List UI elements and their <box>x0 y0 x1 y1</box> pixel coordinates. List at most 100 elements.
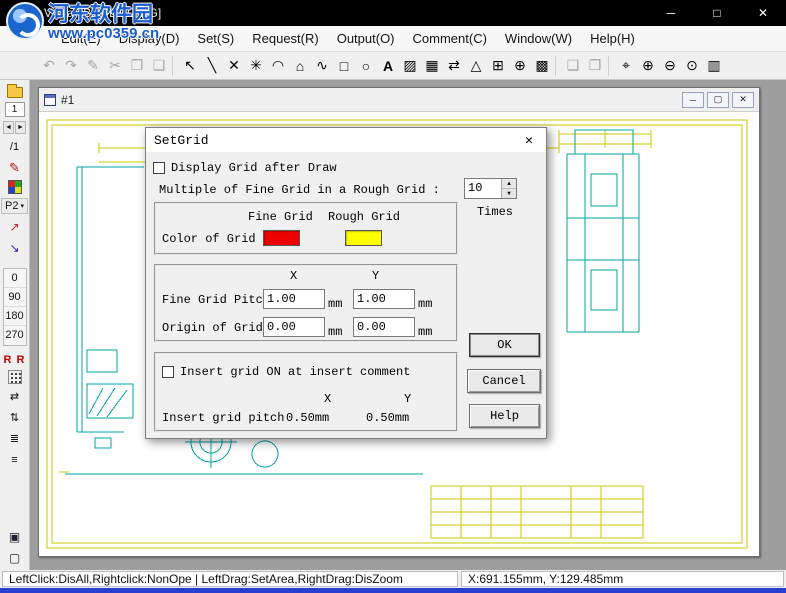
window-controls: ─ □ ✕ <box>648 0 786 26</box>
cascade-window-icon[interactable]: ❒ <box>584 55 606 77</box>
undo-icon[interactable]: ↶ <box>38 55 60 77</box>
help-button[interactable]: Help <box>469 404 540 428</box>
application-window: Visual [BigDEMO.HG] ─ □ ✕ 河东软件园 www.pc03… <box>0 0 786 593</box>
insert-pitch-x-value: 0.50mm <box>286 411 330 425</box>
vertical-arrows-icon[interactable]: ⇅ <box>3 409 27 426</box>
menu-display[interactable]: Display(D) <box>110 26 189 51</box>
zoom-fit-icon[interactable]: ⊙ <box>681 55 703 77</box>
insert-grid-checkbox[interactable] <box>162 366 174 378</box>
color-group: Fine Grid Rough Grid Color of Grid <box>154 202 458 255</box>
text-icon[interactable]: A <box>377 55 399 77</box>
list-lines-icon[interactable]: ≣ <box>3 430 27 447</box>
dialog-titlebar[interactable]: SetGrid ✕ <box>146 128 546 152</box>
next-page-icon[interactable]: ► <box>15 121 26 134</box>
ellipse-icon[interactable]: ○ <box>355 55 377 77</box>
toolbar-separator <box>172 55 177 76</box>
open-folder-icon[interactable] <box>6 84 23 98</box>
maximize-button[interactable]: □ <box>694 0 740 26</box>
menu-request[interactable]: Request(R) <box>243 26 327 51</box>
child-minimize-button[interactable]: ─ <box>682 91 704 108</box>
line-icon[interactable]: ╲ <box>201 55 223 77</box>
rectangle-icon[interactable]: □ <box>333 55 355 77</box>
angle-180[interactable]: 180 <box>3 307 26 326</box>
y-header: Y <box>372 269 380 283</box>
fine-pitch-label: Fine Grid Pitch <box>162 293 271 307</box>
dimension-icon[interactable]: ⇄ <box>443 55 465 77</box>
prev-page-icon[interactable]: ◄ <box>3 121 14 134</box>
copy-icon[interactable]: ❐ <box>126 55 148 77</box>
zoom-window-icon[interactable]: ⌖ <box>615 55 637 77</box>
multiple-spinner[interactable]: 10 ▲ ▼ <box>464 178 517 199</box>
zoom-in-icon[interactable]: ⊕ <box>637 55 659 77</box>
arc-icon[interactable]: ◠ <box>267 55 289 77</box>
child-close-button[interactable]: ✕ <box>732 91 754 108</box>
cross-lines-icon[interactable]: ✕ <box>223 55 245 77</box>
import-icon[interactable]: ↗ <box>3 218 27 235</box>
spline-icon[interactable]: ∿ <box>311 55 333 77</box>
titlebar[interactable]: Visual [BigDEMO.HG] ─ □ ✕ <box>0 0 786 26</box>
paste-icon[interactable]: ❏ <box>148 55 170 77</box>
mirror-text-button[interactable]: R R <box>4 354 26 366</box>
spinner-up-icon[interactable]: ▲ <box>502 179 516 189</box>
mesh-icon[interactable]: ⊞ <box>487 55 509 77</box>
menu-lines-icon[interactable]: ≡ <box>3 451 27 468</box>
pitch-group: X Y Fine Grid Pitch mm mm Origin of Grid… <box>154 264 458 342</box>
dialog-body: Display Grid after Draw Multiple of Fine… <box>146 152 546 438</box>
tile-window-icon[interactable]: ❑ <box>562 55 584 77</box>
angle-90[interactable]: 90 <box>3 288 26 307</box>
menu-help[interactable]: Help(H) <box>581 26 644 51</box>
point-icon[interactable]: ✳ <box>245 55 267 77</box>
dot-grid-icon[interactable] <box>7 370 22 384</box>
window-filled-icon[interactable]: ▣ <box>3 528 27 545</box>
fine-pitch-y-input[interactable] <box>353 289 415 309</box>
multiple-value[interactable]: 10 <box>465 179 501 198</box>
close-button[interactable]: ✕ <box>740 0 786 26</box>
fine-grid-color-swatch[interactable] <box>263 230 300 246</box>
select-arrow-icon[interactable]: ↖ <box>179 55 201 77</box>
angle-270[interactable]: 270 <box>4 326 26 345</box>
spinner-down-icon[interactable]: ▼ <box>502 189 516 198</box>
pan-icon[interactable]: ▥ <box>703 55 725 77</box>
stamp-icon[interactable]: ✎ <box>3 159 27 176</box>
redo-icon[interactable]: ↷ <box>60 55 82 77</box>
export-icon[interactable]: ↘ <box>3 239 27 256</box>
insert-pitch-label: Insert grid pitch <box>162 411 285 425</box>
menu-comment[interactable]: Comment(C) <box>404 26 496 51</box>
polygon-icon[interactable]: ⌂ <box>289 55 311 77</box>
pen-icon[interactable]: ✎ <box>82 55 104 77</box>
fine-pitch-x-input[interactable] <box>263 289 325 309</box>
window-outline-icon[interactable]: ▢ <box>3 549 27 566</box>
multiple-label: Multiple of Fine Grid in a Rough Grid : <box>159 183 440 197</box>
rough-grid-color-swatch[interactable] <box>345 230 382 246</box>
cut-icon[interactable]: ✂ <box>104 55 126 77</box>
window-title: Visual [BigDEMO.HG] <box>44 6 162 20</box>
origin-x-input[interactable] <box>263 317 325 337</box>
angle-0[interactable]: 0 <box>3 269 26 288</box>
triangle-icon[interactable]: △ <box>465 55 487 77</box>
zoom-out-icon[interactable]: ⊖ <box>659 55 681 77</box>
display-grid-checkbox[interactable] <box>153 162 165 174</box>
origin-y-input[interactable] <box>353 317 415 337</box>
menu-edit[interactable]: Edit(E) <box>52 26 110 51</box>
center-mark-icon[interactable]: ⊕ <box>509 55 531 77</box>
hatch-icon[interactable]: ▨ <box>399 55 421 77</box>
fill-grid-icon[interactable]: ▩ <box>531 55 553 77</box>
horizontal-arrows-icon[interactable]: ⇄ <box>3 388 27 405</box>
cancel-button[interactable]: Cancel <box>467 369 541 393</box>
x-header: X <box>290 269 298 283</box>
dialog-close-icon[interactable]: ✕ <box>512 128 546 152</box>
color-palette-icon[interactable] <box>7 180 22 194</box>
minimize-button[interactable]: ─ <box>648 0 694 26</box>
times-label: Times <box>476 205 513 219</box>
menu-window[interactable]: Window(W) <box>496 26 581 51</box>
ok-button[interactable]: OK <box>469 333 540 357</box>
page-number-field[interactable]: 1 <box>4 102 25 117</box>
menu-output[interactable]: Output(O) <box>328 26 404 51</box>
layer-selector[interactable]: P2 ▾ <box>1 198 28 214</box>
grid-pattern-icon[interactable]: ▦ <box>421 55 443 77</box>
page-total-label: /1 <box>9 140 20 153</box>
drawing-window-titlebar[interactable]: #1 ─ ▢ ✕ <box>39 88 759 112</box>
menu-set[interactable]: Set(S) <box>188 26 243 51</box>
left-toolbar: 1 ◄ ► /1 ✎ P2 ▾ ↗ ↘ 0 90 180 270 R R ⇄ ⇅… <box>0 80 30 570</box>
child-restore-button[interactable]: ▢ <box>707 91 729 108</box>
